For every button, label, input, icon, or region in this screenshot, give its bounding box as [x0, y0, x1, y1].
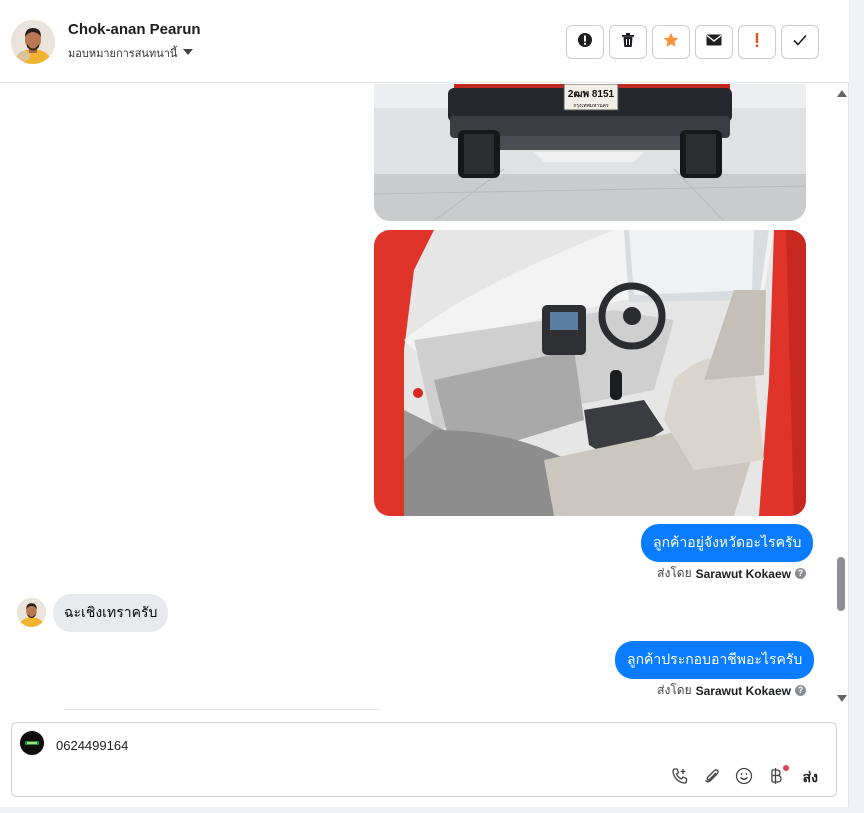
payment-button[interactable] — [767, 765, 789, 790]
composer-tools: ส่ง — [671, 765, 818, 790]
contact-avatar[interactable] — [11, 20, 55, 64]
assign-conversation-dropdown[interactable]: มอบหมายการสนทนานี้ — [68, 44, 194, 62]
add-call-button[interactable] — [671, 767, 689, 790]
sent-by-name: Sarawut Kokaew — [695, 566, 791, 581]
contact-avatar-small[interactable] — [17, 598, 46, 627]
mark-done-button[interactable] — [781, 25, 819, 59]
outgoing-message[interactable]: ลูกค้าประกอบอาชีพอะไรครับ — [615, 641, 815, 679]
paperclip-icon — [703, 767, 721, 790]
smiley-icon — [735, 767, 753, 790]
help-icon[interactable]: ? — [795, 568, 806, 579]
attach-button[interactable] — [703, 767, 721, 790]
sent-by-prefix: ส่งโดย — [657, 566, 692, 580]
notification-dot — [782, 765, 789, 771]
page-avatar — [20, 731, 44, 755]
exclamation-icon — [754, 32, 760, 53]
scrollbar-thumb[interactable] — [837, 557, 845, 611]
alert-circle-icon — [577, 32, 593, 53]
envelope-icon — [706, 33, 722, 51]
message-composer[interactable]: 0624499164 ส่ง — [11, 722, 837, 797]
truck-interior-photo[interactable] — [374, 230, 806, 516]
scroll-up-arrow-icon[interactable] — [837, 90, 847, 97]
star-icon — [663, 32, 679, 53]
sent-by-name: Sarawut Kokaew — [695, 683, 791, 698]
help-icon[interactable]: ? — [795, 685, 806, 696]
thread-divider — [64, 709, 380, 710]
emoji-button[interactable] — [735, 767, 753, 790]
license-plate-province: กรุงเทพมหานคร — [573, 103, 609, 109]
message-thread[interactable]: 2ฒพ 8151 กรุงเทพมหานคร ลูกค้าอยู่จังหวัด… — [0, 84, 834, 710]
header-actions — [566, 25, 819, 59]
star-button[interactable] — [652, 25, 690, 59]
follow-up-button[interactable] — [738, 25, 776, 59]
trash-icon — [621, 32, 635, 53]
incoming-message[interactable]: ฉะเชิงเทราครับ — [53, 594, 169, 632]
outgoing-message[interactable]: ลูกค้าอยู่จังหวัดอะไรครับ — [641, 524, 814, 562]
conversation-header: Chok-anan Pearun มอบหมายการสนทนานี้ — [0, 0, 849, 83]
scroll-down-arrow-icon[interactable] — [837, 695, 847, 702]
sent-by-info: ส่งโดย Sarawut Kokaew ? — [657, 564, 806, 583]
caret-down-icon — [183, 48, 194, 59]
baht-icon — [769, 767, 783, 790]
assign-label: มอบหมายการสนทนานี้ — [68, 48, 178, 60]
delete-button[interactable] — [609, 25, 647, 59]
sent-by-info: ส่งโดย Sarawut Kokaew ? — [657, 681, 806, 700]
phone-plus-icon — [671, 767, 689, 790]
send-button[interactable]: ส่ง — [803, 767, 818, 789]
mark-unread-button[interactable] — [695, 25, 733, 59]
check-icon — [793, 33, 807, 51]
truck-rear-photo[interactable]: 2ฒพ 8151 กรุงเทพมหานคร — [374, 84, 806, 221]
sent-by-prefix: ส่งโดย — [657, 683, 692, 697]
contact-name: Chok-anan Pearun — [68, 21, 201, 38]
composer-input[interactable]: 0624499164 — [56, 738, 128, 753]
license-plate-number: 2ฒพ 8151 — [568, 89, 615, 100]
mark-spam-button[interactable] — [566, 25, 604, 59]
conversation-panel: Chok-anan Pearun มอบหมายการสนทนานี้ 2ฒพ … — [0, 0, 849, 807]
thread-scrollbar[interactable] — [834, 84, 849, 710]
